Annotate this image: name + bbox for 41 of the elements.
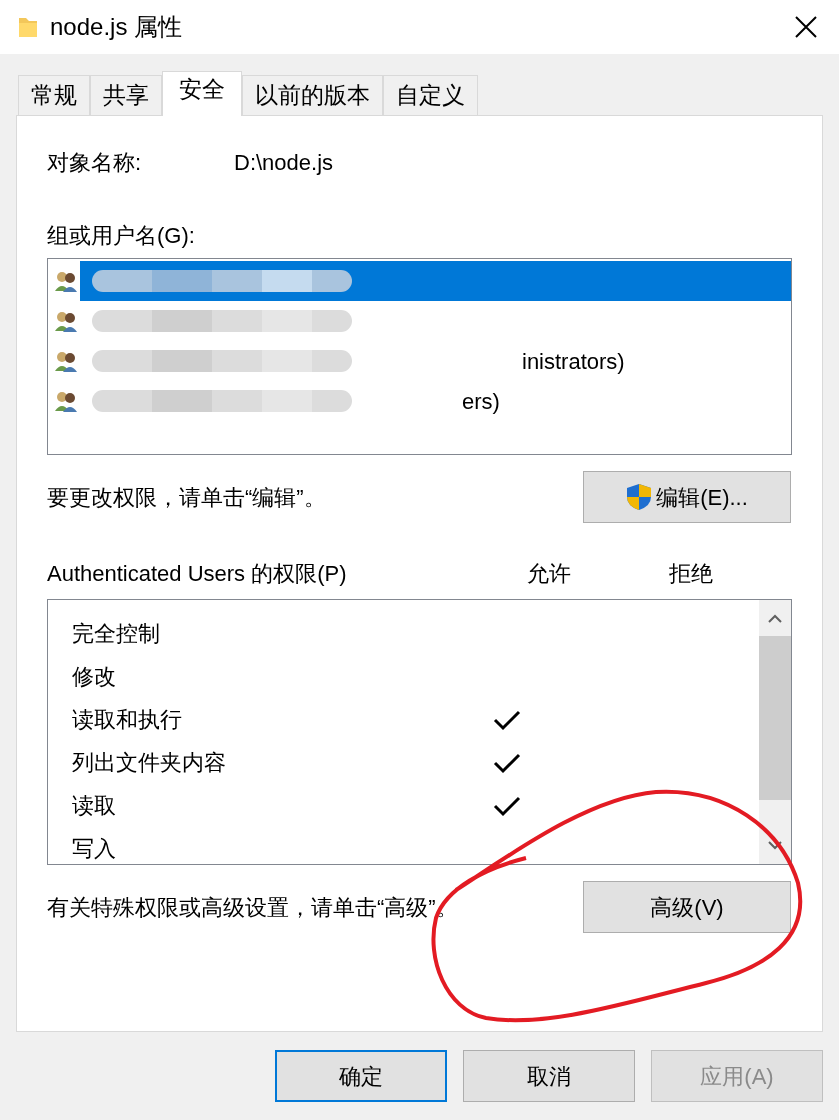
dialog-button[interactable]: 确定 <box>275 1050 447 1102</box>
object-name-value: D:\node.js <box>234 149 334 177</box>
advanced-button[interactable]: 高级(V) <box>583 881 791 933</box>
deny-header: 拒绝 <box>669 560 713 588</box>
checkmark-icon <box>493 794 521 817</box>
tab[interactable]: 安全 <box>162 71 242 116</box>
dialog-button[interactable]: 取消 <box>463 1050 635 1102</box>
window-title: node.js 属性 <box>50 12 183 42</box>
tab[interactable]: 常规 <box>18 75 90 115</box>
tab[interactable]: 共享 <box>90 75 162 115</box>
folder-icon <box>18 15 38 39</box>
edit-hint: 要更改权限，请单击“编辑”。 <box>47 483 326 512</box>
users-icon <box>54 389 78 413</box>
users-icon <box>54 309 78 333</box>
permission-name: 读取和执行 <box>72 706 183 734</box>
scroll-thumb[interactable] <box>759 636 791 800</box>
allow-header: 允许 <box>527 560 572 588</box>
user-name-fragment: ers) <box>462 387 500 416</box>
permission-name: 读取 <box>72 792 117 820</box>
user-list-item[interactable]: ers) <box>48 381 791 421</box>
object-name-label: 对象名称: <box>47 149 143 177</box>
user-name-fragment: inistrators) <box>522 347 625 376</box>
tab[interactable]: 以前的版本 <box>242 75 383 115</box>
shield-icon <box>626 483 653 511</box>
permission-name: 列出文件夹内容 <box>72 749 227 777</box>
user-list[interactable]: inistrators) ers) <box>47 258 792 455</box>
user-list-item[interactable]: inistrators) <box>48 341 791 381</box>
permission-name: 完全控制 <box>72 620 161 648</box>
permissions-label: Authenticated Users 的权限(P) <box>47 560 348 588</box>
checkmark-icon <box>493 751 521 774</box>
scroll-down-icon[interactable] <box>768 840 782 850</box>
scroll-up-icon[interactable] <box>768 614 782 624</box>
users-icon <box>54 349 78 373</box>
scrollbar[interactable] <box>759 600 791 864</box>
checkmark-icon <box>493 708 521 731</box>
edit-button[interactable]: 编辑(E)... <box>583 471 791 523</box>
permission-name: 写入 <box>72 835 117 863</box>
groups-label: 组或用户名(G): <box>47 222 196 250</box>
tab[interactable]: 自定义 <box>383 75 478 115</box>
users-icon <box>54 269 78 293</box>
permission-name: 修改 <box>72 663 117 691</box>
